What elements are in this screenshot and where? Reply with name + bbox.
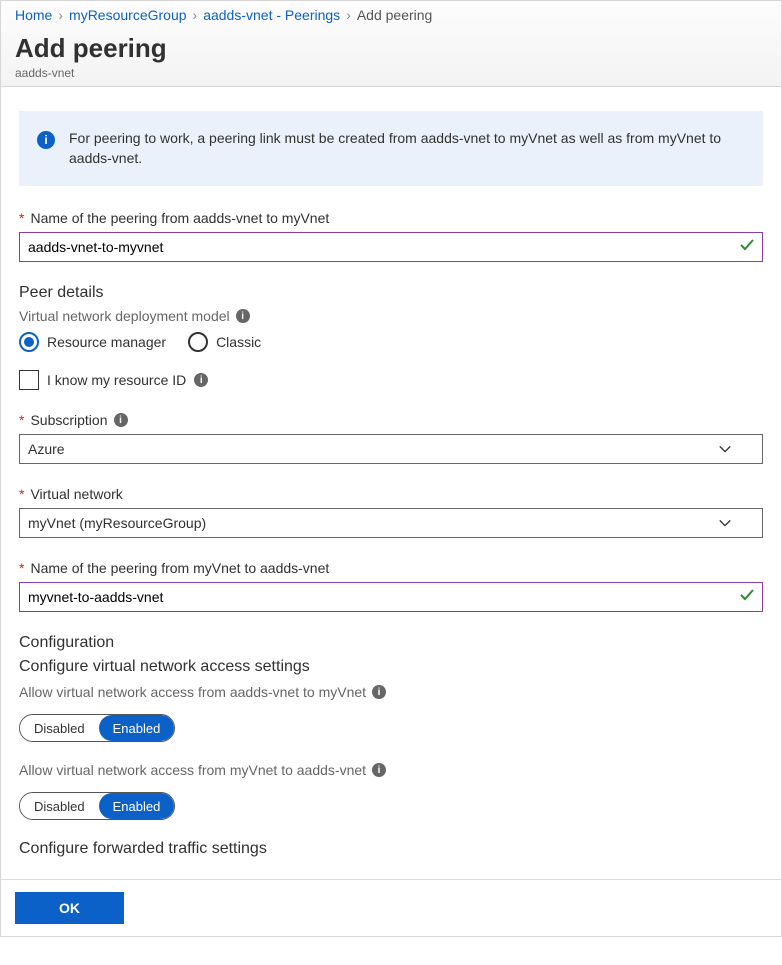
breadcrumb-home[interactable]: Home — [15, 7, 52, 23]
info-banner: i For peering to work, a peering link mu… — [19, 111, 763, 186]
subscription-label: Subscription — [30, 412, 107, 428]
toggle-enabled-option[interactable]: Enabled — [99, 793, 175, 819]
peering-name-2-input[interactable] — [19, 582, 763, 612]
virtual-network-label: Virtual network — [30, 486, 122, 502]
chevron-right-icon: › — [346, 7, 351, 23]
page-subtitle: aadds-vnet — [15, 66, 767, 80]
peering-name-1-input[interactable] — [19, 232, 763, 262]
required-mark: * — [19, 560, 24, 576]
know-resource-id-label: I know my resource ID — [47, 372, 186, 388]
subscription-value: Azure — [28, 441, 65, 457]
help-icon[interactable]: i — [372, 763, 386, 777]
valid-check-icon — [739, 587, 755, 606]
chevron-right-icon: › — [193, 7, 198, 23]
help-icon[interactable]: i — [372, 685, 386, 699]
breadcrumb-vnet[interactable]: aadds-vnet - Peerings — [203, 7, 340, 23]
toggle-disabled-option[interactable]: Disabled — [20, 715, 99, 741]
configure-forwarded-heading: Configure forwarded traffic settings — [19, 840, 763, 858]
deployment-model-label: Virtual network deployment model — [19, 308, 230, 324]
help-icon[interactable]: i — [194, 373, 208, 387]
peer-details-heading: Peer details — [19, 284, 763, 302]
virtual-network-value: myVnet (myResourceGroup) — [28, 515, 206, 531]
info-text: For peering to work, a peering link must… — [69, 129, 745, 168]
chevron-down-icon — [718, 516, 732, 530]
peering-name-2-label: Name of the peering from myVnet to aadds… — [30, 560, 329, 576]
radio-classic[interactable]: Classic — [188, 332, 261, 352]
toggle-disabled-option[interactable]: Disabled — [20, 793, 99, 819]
breadcrumb-group[interactable]: myResourceGroup — [69, 7, 187, 23]
breadcrumb: Home › myResourceGroup › aadds-vnet - Pe… — [1, 1, 781, 29]
virtual-network-select[interactable]: myVnet (myResourceGroup) — [19, 508, 763, 538]
radio-rm-label: Resource manager — [47, 334, 166, 350]
chevron-right-icon: › — [58, 7, 63, 23]
peering-name-1-label: Name of the peering from aadds-vnet to m… — [30, 210, 329, 226]
know-resource-id-checkbox[interactable] — [19, 370, 39, 390]
page-title: Add peering — [15, 33, 767, 64]
help-icon[interactable]: i — [236, 309, 250, 323]
help-icon[interactable]: i — [114, 413, 128, 427]
allow-access-2-label: Allow virtual network access from myVnet… — [19, 762, 366, 778]
required-mark: * — [19, 210, 24, 226]
toggle-enabled-option[interactable]: Enabled — [99, 715, 175, 741]
radio-resource-manager[interactable]: Resource manager — [19, 332, 166, 352]
ok-button[interactable]: OK — [15, 892, 124, 924]
radio-classic-label: Classic — [216, 334, 261, 350]
configure-access-heading: Configure virtual network access setting… — [19, 658, 763, 676]
breadcrumb-current: Add peering — [357, 7, 433, 23]
info-icon: i — [37, 131, 55, 149]
required-mark: * — [19, 486, 24, 502]
configuration-heading: Configuration — [19, 634, 763, 652]
required-mark: * — [19, 412, 24, 428]
subscription-select[interactable]: Azure — [19, 434, 763, 464]
allow-access-1-label: Allow virtual network access from aadds-… — [19, 684, 366, 700]
valid-check-icon — [739, 237, 755, 256]
allow-access-1-toggle[interactable]: Disabled Enabled — [19, 714, 175, 742]
chevron-down-icon — [718, 442, 732, 456]
allow-access-2-toggle[interactable]: Disabled Enabled — [19, 792, 175, 820]
